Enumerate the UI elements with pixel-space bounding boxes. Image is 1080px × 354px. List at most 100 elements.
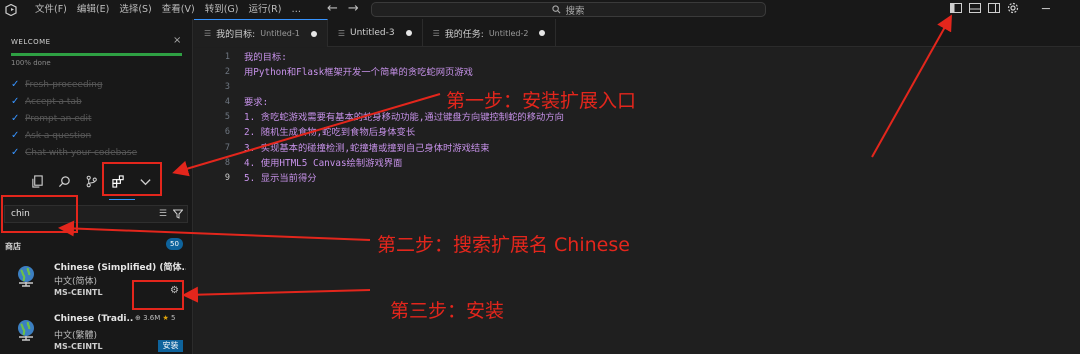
step3-annotation: 第三步：安装 bbox=[390, 300, 505, 322]
menu-bar: 文件(F) 编辑(E) 选择(S) 查看(V) 转到(G) 运行(R) … bbox=[30, 0, 306, 19]
extensions-icon[interactable] bbox=[112, 175, 125, 188]
code-line: 用Python和Flask框架开发一个简单的贪吃蛇网页游戏 bbox=[244, 67, 473, 79]
editor-tabs: ☰ 我的目标: Untitled-1 ☰ Untitled-3 ☰ 我的任务: … bbox=[194, 19, 1080, 47]
line-number: 2 bbox=[224, 67, 230, 78]
task-item[interactable]: ✓ Accept a tab bbox=[11, 93, 137, 110]
file-lines-icon: ☰ bbox=[432, 28, 440, 38]
line-number: 1 bbox=[224, 52, 230, 62]
search-actions: ☰ bbox=[159, 209, 183, 219]
close-icon[interactable]: × bbox=[173, 35, 181, 46]
extension-name: Chinese (Simplified) (简体... bbox=[54, 263, 186, 273]
filter-icon[interactable] bbox=[173, 209, 183, 219]
welcome-task-list: ✓ Fresh-proceeding ✓ Accept a tab ✓ Prompt … bbox=[11, 76, 137, 161]
check-icon: ✓ bbox=[11, 130, 20, 141]
manage-gear-icon[interactable]: ⚙ bbox=[170, 285, 179, 296]
download-count: 3.6M bbox=[143, 314, 161, 322]
downloads-icon: ⊕ bbox=[135, 314, 141, 322]
extension-publisher: MS-CEINTL bbox=[54, 342, 103, 351]
task-item[interactable]: ✓ Ask a question bbox=[11, 127, 137, 144]
forward-arrow-icon[interactable]: → bbox=[348, 1, 359, 16]
install-button[interactable]: 安装 bbox=[158, 340, 183, 352]
step1-annotation: 第一步：安装扩展入口 bbox=[446, 90, 637, 112]
code-line: 4. 使用HTML5 Canvas绘制游戏界面 bbox=[244, 157, 403, 169]
code-line: 3. 实现基本的碰撞检测,蛇撞墙或撞到自己身体时游戏结束 bbox=[244, 142, 490, 154]
menu-edit[interactable]: 编辑(E) bbox=[72, 0, 114, 19]
menu-selection[interactable]: 选择(S) bbox=[114, 0, 156, 19]
clear-filter-icon[interactable]: ☰ bbox=[159, 209, 167, 219]
globe-icon bbox=[18, 266, 34, 287]
line-number-gutter: 1 2 3 4 5 6 7 8 9 bbox=[194, 50, 230, 186]
line-number: 6 bbox=[224, 127, 230, 138]
toggle-panel-icon[interactable] bbox=[969, 2, 981, 14]
extension-item[interactable]: Chinese (Simplified) (简体... 中文(简体) MS-CE… bbox=[0, 260, 192, 315]
rating-value: 5 bbox=[171, 314, 176, 322]
star-icon: ★ bbox=[162, 314, 169, 322]
active-view-indicator bbox=[109, 199, 135, 200]
task-item[interactable]: ✓ Prompt an edit bbox=[11, 110, 137, 127]
line-number-current: 9 bbox=[224, 172, 230, 183]
extension-search-input[interactable] bbox=[11, 209, 141, 219]
modified-dot-icon[interactable] bbox=[539, 30, 546, 36]
code-line: 5. 显示当前得分 bbox=[244, 172, 317, 184]
progress-text: 100% done bbox=[11, 59, 51, 67]
tab-untitled-1[interactable]: ☰ 我的目标: Untitled-1 bbox=[194, 19, 328, 47]
toggle-primary-sidebar-icon[interactable] bbox=[950, 2, 962, 14]
line-number: 7 bbox=[224, 142, 230, 153]
search-view-icon[interactable] bbox=[58, 175, 71, 188]
extension-description: 中文(繁體) bbox=[54, 331, 98, 341]
step2-annotation: 第二步：搜索扩展名 Chinese bbox=[377, 234, 630, 256]
extension-search-box: ☰ bbox=[4, 205, 188, 223]
welcome-progress-bar bbox=[11, 53, 182, 56]
activity-icons bbox=[31, 175, 152, 188]
check-icon: ✓ bbox=[11, 113, 20, 124]
chevron-down-icon[interactable] bbox=[139, 175, 152, 188]
menu-go[interactable]: 转到(G) bbox=[200, 0, 244, 19]
search-placeholder: 搜索 bbox=[565, 5, 585, 17]
command-center-search[interactable]: 搜索 bbox=[371, 2, 766, 17]
welcome-title: WELCOME bbox=[11, 38, 51, 46]
extension-item[interactable]: Chinese (Tradi... ⊕ 3.6M ★ 5 中文(繁體) MS-C… bbox=[0, 314, 192, 354]
progress-fill bbox=[11, 53, 182, 56]
check-icon: ✓ bbox=[11, 96, 20, 107]
layout-controls bbox=[950, 2, 1019, 14]
extension-description: 中文(简体) bbox=[54, 277, 98, 287]
line-number: 3 bbox=[224, 82, 230, 93]
back-arrow-icon[interactable]: ← bbox=[327, 1, 338, 16]
file-lines-icon: ☰ bbox=[204, 29, 212, 38]
menu-run[interactable]: 运行(R) bbox=[243, 0, 286, 19]
code-line: 我的目标: bbox=[244, 52, 287, 63]
source-control-icon[interactable] bbox=[85, 175, 98, 188]
check-icon: ✓ bbox=[11, 147, 20, 158]
modified-dot-icon[interactable] bbox=[405, 30, 412, 36]
line-number: 5 bbox=[224, 112, 230, 123]
toggle-secondary-sidebar-icon[interactable] bbox=[988, 2, 1000, 14]
extension-publisher: MS-CEINTL bbox=[54, 288, 103, 297]
tab-untitled-3[interactable]: ☰ Untitled-3 bbox=[328, 19, 423, 47]
menu-view[interactable]: 查看(V) bbox=[157, 0, 200, 19]
line-number: 8 bbox=[224, 157, 230, 168]
explorer-files-icon[interactable] bbox=[31, 175, 44, 188]
title-bar: 文件(F) 编辑(E) 选择(S) 查看(V) 转到(G) 运行(R) … ← … bbox=[0, 0, 1080, 19]
sidebar: WELCOME × 100% done ✓ Fresh-proceeding ✓ A… bbox=[0, 19, 193, 354]
settings-gear-icon[interactable] bbox=[1007, 2, 1019, 14]
app-logo-icon bbox=[0, 0, 22, 19]
menu-file[interactable]: 文件(F) bbox=[30, 0, 72, 19]
result-count-badge: 50 bbox=[166, 238, 183, 250]
check-icon: ✓ bbox=[11, 79, 20, 90]
extension-name: Chinese (Tradi... bbox=[54, 314, 134, 324]
file-lines-icon: ☰ bbox=[337, 28, 346, 38]
code-text: 我的目标: 用Python和Flask框架开发一个简单的贪吃蛇网页游戏 要求: … bbox=[244, 50, 564, 186]
code-line: 2. 随机生成食物,蛇吃到食物后身体变长 bbox=[244, 127, 416, 139]
menu-more[interactable]: … bbox=[286, 0, 306, 19]
globe-icon bbox=[18, 320, 34, 341]
tab-untitled-2[interactable]: ☰ 我的任务: Untitled-2 bbox=[423, 19, 557, 47]
task-item[interactable]: ✓ Chat with your codebase bbox=[11, 144, 137, 161]
extension-stats: ⊕ 3.6M ★ 5 bbox=[135, 314, 176, 322]
modified-dot-icon[interactable] bbox=[310, 30, 317, 37]
marketplace-section-title[interactable]: 商店 bbox=[5, 241, 21, 252]
editor-area[interactable]: 1 2 3 4 5 6 7 8 9 我的目标: 用Python和Flask框架开… bbox=[194, 48, 1080, 354]
minimize-icon[interactable]: ─ bbox=[1042, 0, 1050, 19]
task-item[interactable]: ✓ Fresh-proceeding bbox=[11, 76, 137, 93]
search-icon bbox=[552, 5, 561, 14]
line-number: 4 bbox=[224, 97, 230, 108]
